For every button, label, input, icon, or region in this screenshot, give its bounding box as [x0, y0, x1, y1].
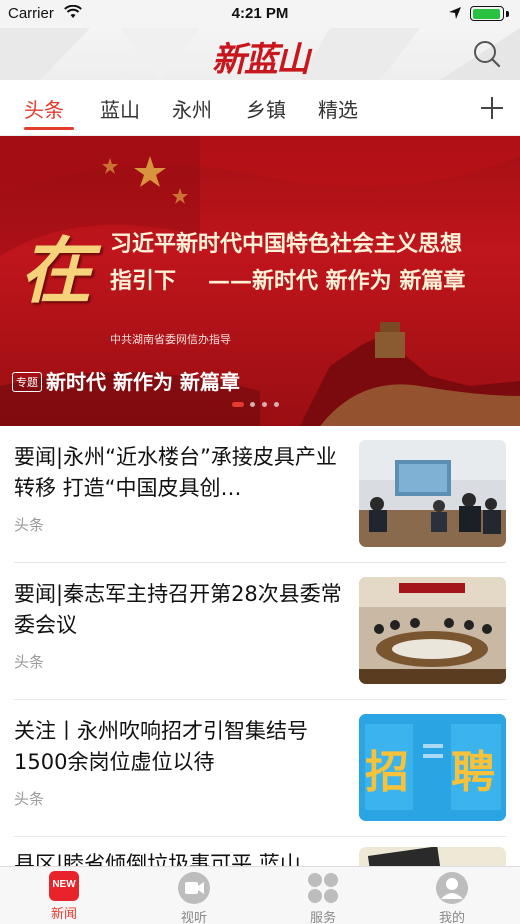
active-tab-indicator: [24, 127, 74, 130]
tab-towns[interactable]: 乡镇: [246, 94, 286, 123]
banner-topic-tag: 专题: [12, 372, 42, 392]
banner-headline-line1: 习近平新时代中国特色社会主义思想: [110, 232, 463, 257]
page-dot: [250, 402, 255, 407]
news-list-item[interactable]: 要闻|秦志军主持召开第28次县委常委会议 头条: [0, 563, 520, 700]
tabbar-news[interactable]: NEW 新闻: [24, 871, 104, 922]
news-badge: NEW: [52, 879, 76, 890]
page-dot: [274, 402, 279, 407]
clock: 4:21 PM: [231, 5, 289, 22]
news-source: 头条: [14, 653, 45, 671]
page-dot-active: [232, 402, 244, 407]
tab-lanshan[interactable]: 蓝山: [100, 94, 140, 123]
tabbar-me[interactable]: 我的: [412, 871, 492, 924]
news-thumbnail: 招 聘: [359, 714, 506, 821]
status-bar: Carrier 4:21 PM: [0, 0, 520, 28]
page-dot: [262, 402, 267, 407]
tabbar-label: 视听: [180, 911, 207, 924]
news-thumbnail: [359, 440, 506, 547]
video-camera-icon: [178, 872, 210, 904]
featured-banner[interactable]: 在 习近平新时代中国特色社会主义思想 指引下 ——新时代 新作为 新篇章 中共湖…: [0, 136, 520, 426]
battery-tip: [506, 11, 509, 17]
news-title: 要闻|永州“近水楼台”承接皮具产业转移 打造“中国皮具创…: [14, 445, 337, 500]
banner-headline-line3: ——新时代 新作为 新篇章: [208, 268, 466, 294]
bottom-tab-bar: NEW 新闻 视听 服务 我的: [0, 866, 520, 924]
banner-subtitle: 中共湖南省委网信办指导: [110, 333, 231, 346]
tabbar-label: 服务: [309, 911, 336, 924]
app-header: 新蓝山: [0, 28, 520, 80]
tabbar-services[interactable]: 服务: [283, 871, 363, 924]
channel-tabs: 头条 蓝山 永州 乡镇 精选: [0, 80, 520, 136]
news-source: 头条: [14, 516, 45, 534]
tabbar-label: 新闻: [50, 907, 77, 922]
news-list-item[interactable]: 要闻|永州“近水楼台”承接皮具产业转移 打造“中国皮具创… 头条: [0, 426, 520, 563]
battery-icon: [470, 6, 504, 21]
banner-big-character: 在: [20, 228, 93, 313]
poster-char-1: 招: [365, 747, 409, 798]
app-logo: 新蓝山: [212, 40, 310, 80]
news-list-item[interactable]: 关注丨永州吹响招才引智集结号 1500余岗位虚位以待 头条 招 聘: [0, 700, 520, 837]
news-thumbnail: [359, 577, 506, 684]
search-icon[interactable]: [470, 38, 504, 70]
tab-headlines[interactable]: 头条: [24, 94, 64, 123]
banner-headline-line2: 指引下: [110, 269, 177, 294]
tabbar-video[interactable]: 视听: [154, 871, 234, 924]
grid-icon: [308, 873, 338, 903]
tab-featured[interactable]: 精选: [318, 94, 358, 123]
add-channel-icon[interactable]: [478, 94, 506, 122]
news-title: 关注丨永州吹响招才引智集结号 1500余岗位虚位以待: [14, 719, 308, 774]
location-arrow-icon: [449, 7, 461, 19]
poster-char-2: 聘: [451, 747, 495, 798]
banner-caption: 新时代 新作为 新篇章: [46, 370, 240, 394]
tab-yongzhou[interactable]: 永州: [172, 94, 212, 123]
news-title: 要闻|秦志军主持召开第28次县委常委会议: [14, 582, 342, 637]
news-icon: NEW: [49, 871, 79, 901]
news-source: 头条: [14, 790, 45, 808]
tabbar-label: 我的: [438, 911, 465, 924]
user-icon: [436, 872, 468, 904]
